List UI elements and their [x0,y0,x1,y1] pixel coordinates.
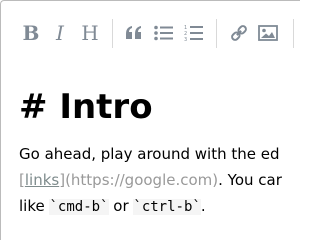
editor-toolbar: B I H 1 2 3 [0,0,300,64]
italic-icon: I [56,21,64,45]
text-line: Go ahead, play around with the ed [19,145,280,163]
heading-icon: H [81,21,99,45]
svg-text:3: 3 [184,37,187,42]
inline-code: `ctrl-b` [133,199,201,215]
link-button[interactable] [225,18,253,48]
quote-icon [126,26,141,39]
text-fragment: . You car [218,171,282,189]
bold-button[interactable]: B [17,18,45,48]
editor-content[interactable]: # Intro Go ahead, play around with the e… [0,63,300,240]
quote-button[interactable] [120,18,148,48]
image-icon [258,25,278,41]
editor-text[interactable]: # Intro Go ahead, play around with the e… [19,83,282,219]
link-icon [231,25,247,41]
markdown-link-url: (https://google.com) [65,171,219,189]
markdown-link-text: links [24,171,60,189]
toolbar-separator [112,19,114,48]
italic-button[interactable]: I [46,18,74,48]
unordered-list-icon [154,25,173,41]
bold-icon: B [22,21,40,45]
toolbar-separator [293,19,295,48]
markdown-heading: # Intro [19,87,153,127]
text-fragment: or [108,197,134,215]
inline-code: `cmd-b` [49,199,109,215]
heading-button[interactable]: H [76,18,104,48]
toolbar-separator [216,19,218,48]
text-line: like `cmd-b` or `ctrl-b`. [19,193,282,219]
text-fragment: like [19,197,50,215]
ordered-list-icon: 1 2 3 [184,25,203,42]
text-line: [links](https://google.com). You car [19,167,282,193]
ordered-list-button[interactable]: 1 2 3 [180,18,208,48]
image-button[interactable] [254,18,282,48]
text-fragment: . [200,197,206,215]
unordered-list-button[interactable] [150,18,178,48]
markdown-editor: B I H 1 2 3 # Intro Go ahead, play aroun… [0,0,300,240]
